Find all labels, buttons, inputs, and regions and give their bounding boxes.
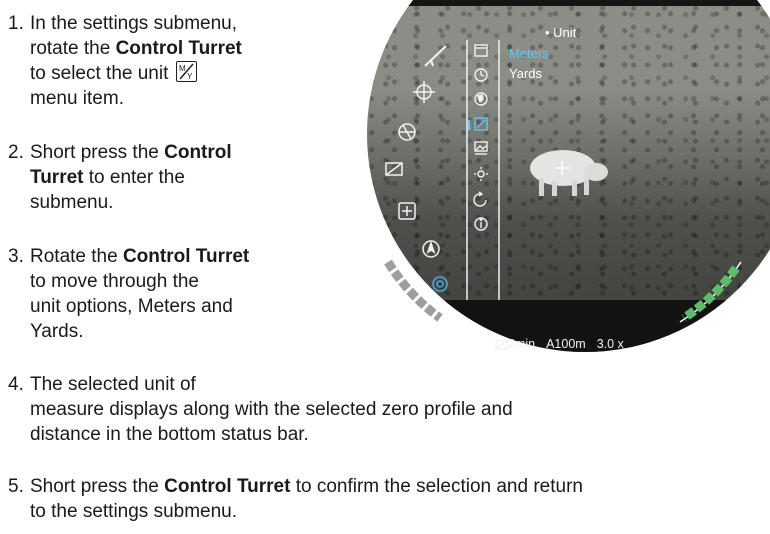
zero-profile-distance: A100m (546, 337, 586, 351)
option-yards[interactable]: Yards (509, 66, 542, 81)
display-timer: 2min (508, 337, 536, 351)
picture-icon[interactable] (474, 141, 488, 155)
scope-overlay (384, 40, 742, 350)
battery-gauge (679, 261, 742, 323)
status-bar-text: 2min A100m 3.0 x (494, 337, 654, 355)
settings-gear-icon[interactable] (432, 276, 448, 292)
calendar-icon[interactable] (474, 44, 488, 57)
globe-icon[interactable] (474, 92, 488, 106)
display-off-icon[interactable] (385, 162, 403, 176)
clock-icon[interactable] (474, 68, 488, 82)
option-meters[interactable]: Meters (509, 46, 549, 61)
unit-menu-title: • Unit (545, 25, 577, 40)
info-icon[interactable] (474, 217, 488, 231)
unit-icon[interactable] (474, 117, 488, 131)
zoom-level: 3.0 x (596, 337, 624, 351)
boar-silhouette (530, 150, 608, 196)
compass-icon[interactable] (422, 240, 440, 258)
left-gauge (384, 255, 447, 323)
crosshair-icon[interactable] (413, 81, 435, 103)
rifle-icon[interactable] (424, 45, 447, 67)
aperture-icon[interactable] (398, 123, 416, 141)
reset-icon[interactable] (473, 191, 487, 207)
brightness-icon[interactable] (474, 167, 488, 181)
zoom-box-icon[interactable] (398, 202, 416, 220)
